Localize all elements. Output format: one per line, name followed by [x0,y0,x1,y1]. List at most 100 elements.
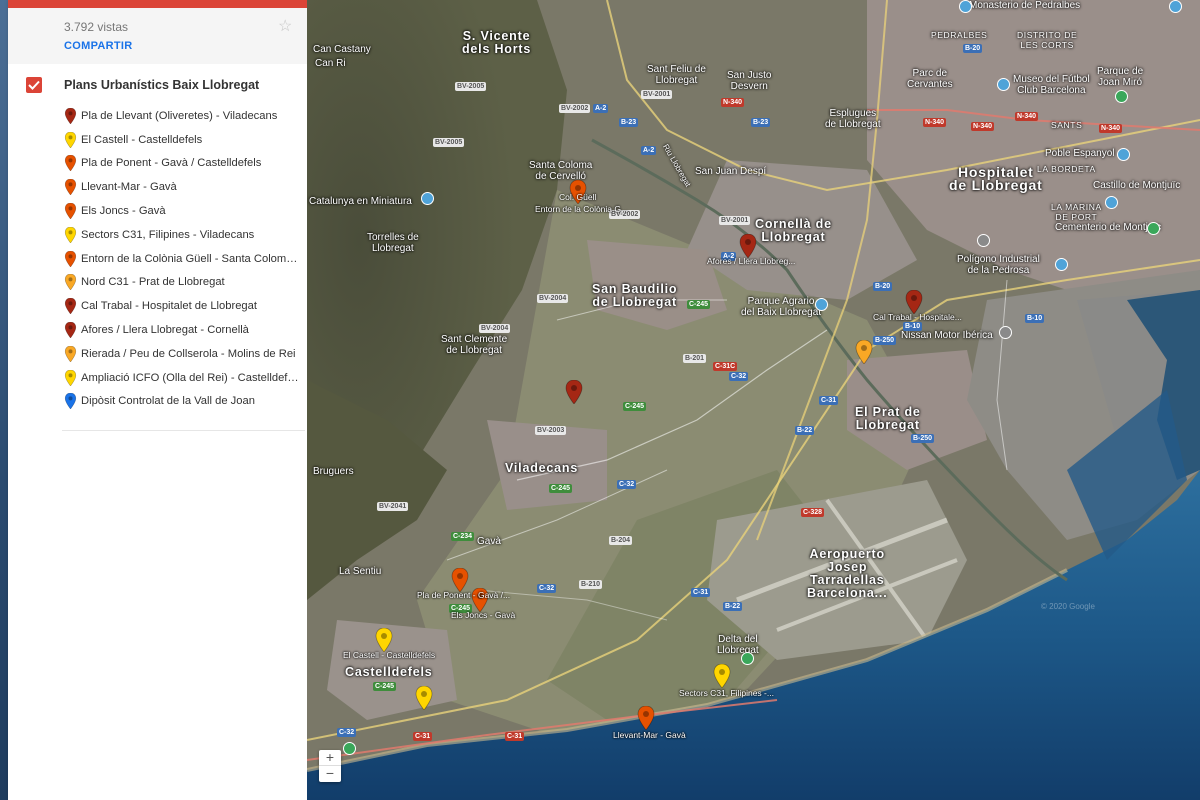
poi-delta-icon[interactable] [741,652,754,665]
label-castell-montjuic: Castillo de Montjuïc [1093,180,1181,191]
poi-pedrosa-icon[interactable] [1055,258,1068,271]
road-b210: B-210 [579,580,603,589]
poi-parque-miro-icon[interactable] [1115,90,1128,103]
place-item[interactable]: Pla de Ponent - Gavà / Castelldefels [64,152,304,176]
map-side-panel: 3.792 vistas COMPARTIR ☆ Plans Urbanísti… [8,0,307,800]
road-c245-e: C-245 [373,682,397,691]
label-les-corts: DISTRITO DE LES CORTS [1017,30,1078,50]
road-bv2003: BV-2003 [535,426,567,435]
map-pin-afores[interactable] [739,233,757,259]
label-cementiri-montjuic: Cementerio de Montjuïc [1055,222,1162,233]
map-pin-pla-ponent[interactable] [451,567,469,593]
map-pin-icon [64,321,77,339]
road-c31c: C-31C [713,362,738,371]
place-item[interactable]: Afores / Llera Llobregat - Cornellà [64,318,304,342]
label-monasterio: Monasterio de Pedralbes [969,0,1081,11]
road-b22: B-22 [795,426,815,435]
layer-title[interactable]: Plans Urbanístics Baix Llobregat [64,78,259,92]
pinlabel-pla-ponent: Pla de Ponent - Gavà /... [417,590,511,600]
place-label: Pla de Ponent - Gavà / Castelldefels [81,157,262,170]
zoom-out-button[interactable]: − [319,766,341,782]
map-pin-icon [64,226,77,244]
label-sant-climent: Sant Clemente de Llobregat [441,334,508,356]
map-pin-icon [64,393,77,410]
pinlabel-cal-trabal: Cal Trabal - Hospitale... [873,312,962,322]
label-can-castany: Can Castany [313,44,371,55]
label-el-prat: El Prat de Llobregat [855,405,921,432]
label-esplugues: Esplugues de Llobregat [825,108,881,130]
share-button[interactable]: COMPARTIR [64,40,133,52]
map-pin-icon [64,369,77,387]
poi-monasterio-icon[interactable] [959,0,972,13]
road-a2: A-2 [593,104,609,113]
map-pin-icon [64,274,77,291]
poi-catalunya-miniatura-icon[interactable] [421,192,434,205]
road-bv2001-b: BV-2001 [719,216,751,225]
label-gava: Gavà [477,536,501,547]
poi-cementiri-icon[interactable] [1147,222,1160,235]
map-pin-cal-trabal[interactable] [905,289,923,315]
place-item[interactable]: Rierada / Peu de Collserola - Molins de … [64,342,304,366]
zoom-in-button[interactable]: + [319,750,341,766]
poi-top-right-icon[interactable] [1169,0,1182,13]
label-aeropuerto: Aeropuerto Josep Tarradellas Barcelona... [807,547,888,600]
star-icon[interactable]: ☆ [278,16,292,36]
place-item[interactable]: Pla de Llevant (Oliveretes) - Viladecans [64,104,304,128]
place-item[interactable]: Nord C31 - Prat de Llobregat [64,271,304,295]
road-b250: B-250 [873,336,897,345]
map-pin-el-castell[interactable] [375,627,393,653]
poi-parque-agrario-icon[interactable] [815,298,828,311]
map-pin-llevant-mar[interactable] [637,705,655,731]
road-b20-b: B-20 [873,282,893,291]
place-label: Llevant-Mar - Gavà [81,181,177,194]
place-label: Ampliació ICFO (Olla del Rei) - Castelld… [81,371,299,384]
road-bv2005-b: BV-2005 [433,138,465,147]
road-b22-b: B-22 [723,602,743,611]
label-catalunya-miniatura: Catalunya en Miniatura [309,196,412,207]
pinlabel-llevant-mar: Llevant-Mar - Gavà [613,730,686,740]
place-item[interactable]: El Castell - Castelldefels [64,128,304,152]
road-b23-b: B-23 [751,118,771,127]
label-hospitalet: Hospitalet de Llobregat [949,164,1043,193]
road-n340-c: N-340 [971,122,995,131]
map-pin-nord-c31[interactable] [855,339,873,365]
place-item[interactable]: Sectors C31, Filipines - Viladecans [64,223,304,247]
poi-castell-montjuic-icon[interactable] [1105,196,1118,209]
label-sant-just: San Justo Desvern [727,70,772,92]
satellite-map[interactable]: S. Vicente dels Horts San Baudilio de Llob… [307,0,1200,800]
pinlabel-el-castell: El Castell - Castelldefels [343,650,436,660]
road-c32-b: C-32 [617,480,637,489]
poi-museo-futbol-icon[interactable] [997,78,1010,91]
place-label: Els Joncs - Gavà [81,205,166,218]
place-label: Rierada / Peu de Collserola - Molins de … [81,347,296,360]
poi-nissan-icon[interactable] [999,326,1012,339]
label-viladecans: Viladecans [505,461,579,475]
road-n340: N-340 [721,98,745,107]
map-pin-pla-llevant[interactable] [565,379,583,405]
place-label: Nord C31 - Prat de Llobregat [81,276,225,289]
road-bv2004: BV-2004 [537,294,569,303]
layer-checkbox[interactable] [26,77,42,93]
poi-hospitalet-icon[interactable] [977,234,990,247]
poi-park-castelldefels-icon[interactable] [343,742,356,755]
label-la-sentiu: La Sentiu [339,566,382,577]
place-item[interactable]: Els Joncs - Gavà [64,199,304,223]
place-item[interactable]: Entorn de la Colònia Güell - Santa Colom… [64,247,304,271]
pinlabel-entorn: Entorn de la Colònia G... [535,204,629,214]
place-item[interactable]: Cal Trabal - Hospitalet de Llobregat [64,294,304,318]
place-item[interactable]: Llevant-Mar - Gavà [64,175,304,199]
road-b23: B-23 [619,118,639,127]
map-pin-sectors[interactable] [713,663,731,689]
label-sant-feliu: Sant Feliu de Llobregat [647,64,706,86]
road-n340-b: N-340 [923,118,947,127]
place-list: Pla de Llevant (Oliveretes) - Viladecans… [64,104,304,413]
place-item[interactable]: Dipòsit Controlat de la Vall de Joan [64,390,304,414]
poi-poble-espanyol-icon[interactable] [1117,148,1130,161]
label-sant-boi: San Baudilio de Llobregat [592,282,678,309]
label-castelldefels: Castelldefels [345,665,433,679]
place-item[interactable]: Ampliació ICFO (Olla del Rei) - Castelld… [64,366,304,390]
label-cornella: Cornellà de Llobregat [755,217,832,244]
road-b201: B-201 [683,354,707,363]
map-pin-icfo[interactable] [415,685,433,711]
road-bv2005: BV-2005 [455,82,487,91]
